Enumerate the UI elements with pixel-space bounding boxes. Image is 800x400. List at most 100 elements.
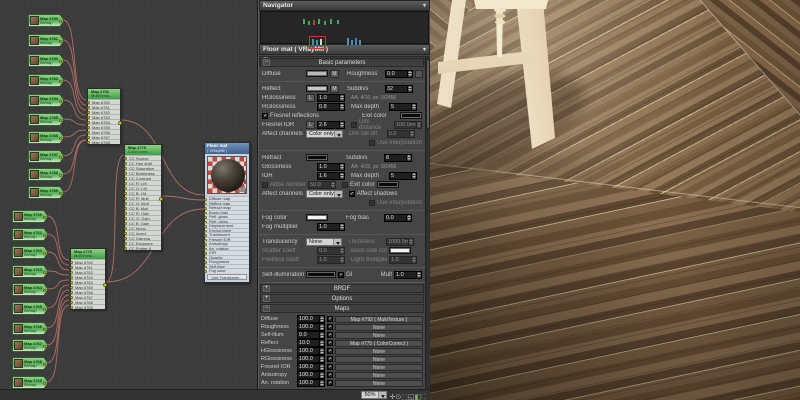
- dropdown-arrow-icon[interactable]: ▾: [423, 2, 426, 9]
- map-enable-checkbox[interactable]: ✓: [327, 324, 333, 330]
- map-amount-spinner[interactable]: 100.0: [297, 323, 325, 331]
- dropdown-arrow-icon[interactable]: ▾: [423, 46, 426, 53]
- output-socket[interactable]: [43, 308, 46, 311]
- output-socket[interactable]: [43, 345, 46, 348]
- bitmap-node[interactable]: Map #784Bitmap: [28, 94, 64, 107]
- selfillum-mult-spinner[interactable]: 1.0: [394, 271, 422, 279]
- map-slot-button[interactable]: Map #792 ( MultiTexture ): [335, 316, 423, 323]
- expand-icon[interactable]: +: [263, 285, 270, 292]
- map-enable-checkbox[interactable]: ✓: [327, 380, 333, 386]
- bitmap-node[interactable]: Map #782Bitmap: [28, 54, 64, 67]
- affect-channels-dropdown[interactable]: Color only: [306, 130, 343, 138]
- output-socket[interactable]: [59, 60, 62, 63]
- refract-subdivs-spinner[interactable]: 8: [384, 154, 412, 162]
- reflect-color-swatch[interactable]: [306, 85, 328, 92]
- map-slot-button[interactable]: Map #775 ( ColorCorrect ): [335, 340, 423, 347]
- translucency-dropdown[interactable]: None: [306, 238, 342, 246]
- abbe-number-checkbox[interactable]: [262, 182, 268, 188]
- map-slot-button[interactable]: None: [335, 324, 423, 331]
- diffuse-map-button[interactable]: M: [330, 70, 339, 78]
- node-input-row[interactable]: Map #788: [88, 139, 120, 144]
- fog-color-swatch[interactable]: [306, 214, 328, 221]
- map-amount-spinner[interactable]: 0.0: [297, 331, 325, 339]
- reflect-map-button[interactable]: M: [330, 85, 339, 93]
- node-input-row[interactable]: Map #769: [71, 304, 105, 309]
- reflect-use-interpolation-checkbox[interactable]: [369, 140, 375, 146]
- fog-multiplier-spinner[interactable]: 1.0: [317, 223, 345, 231]
- navigator-titlebar[interactable]: Navigator ▾: [259, 0, 430, 11]
- bitmap-node[interactable]: Map #766Bitmap: [12, 322, 48, 335]
- expand-icon[interactable]: +: [263, 295, 270, 302]
- diffuse-color-swatch[interactable]: [306, 70, 328, 77]
- map-enable-checkbox[interactable]: ✓: [327, 356, 333, 362]
- bitmap-node[interactable]: Map #763Bitmap: [12, 265, 48, 278]
- output-socket[interactable]: [59, 80, 62, 83]
- rollout-maps[interactable]: − Maps: [260, 304, 424, 313]
- map-hub-node[interactable]: Map #775 ColorCorre... CC SourceCC Hue s…: [124, 144, 162, 251]
- abbe-number-spinner[interactable]: 50.0: [308, 181, 336, 189]
- output-socket[interactable]: [43, 216, 46, 219]
- reflect-max-depth-spinner[interactable]: 5: [389, 103, 417, 111]
- fwdbck-coeff-spinner[interactable]: 1.0: [317, 256, 345, 264]
- hglossiness-lock-button[interactable]: L: [306, 94, 315, 102]
- input-socket[interactable]: [87, 141, 90, 144]
- bitmap-node[interactable]: Map #760Bitmap: [12, 210, 48, 223]
- refract-affect-channels-dropdown[interactable]: Color only: [306, 190, 343, 198]
- map-slot-button[interactable]: None: [335, 348, 423, 355]
- rglossiness-spinner[interactable]: 0.8: [317, 103, 345, 111]
- output-socket[interactable]: [43, 271, 46, 274]
- fresnel-ior-spinner[interactable]: 2.6: [317, 121, 345, 129]
- map-amount-spinner[interactable]: 100.0: [297, 355, 325, 363]
- map-enable-checkbox[interactable]: ✓: [327, 332, 333, 338]
- refract-use-interpolation-checkbox[interactable]: [369, 200, 375, 206]
- roughness-spinner[interactable]: 0.0: [385, 70, 413, 78]
- hub-node-header[interactable]: Map #770 MultiTextu...: [71, 249, 105, 259]
- bitmap-node[interactable]: Map #761Bitmap: [12, 228, 48, 241]
- bitmap-node[interactable]: Map #780Bitmap: [28, 14, 64, 27]
- rollout-options[interactable]: + Options: [260, 294, 424, 303]
- map-hub-node[interactable]: Map #792 MultiTextu... Map #780Map #781M…: [87, 88, 121, 145]
- collapse-icon[interactable]: −: [263, 59, 270, 66]
- map-amount-spinner[interactable]: 100.0: [297, 347, 325, 355]
- render-viewport[interactable]: [430, 0, 800, 400]
- output-socket[interactable]: [59, 40, 62, 43]
- backside-color-swatch[interactable]: [389, 247, 411, 254]
- fresnel-reflections-checkbox[interactable]: ✓: [262, 113, 268, 119]
- selfillum-gi-checkbox[interactable]: ✓: [338, 272, 344, 278]
- thickness-spinner[interactable]: 1000.0mm: [386, 238, 414, 246]
- output-socket[interactable]: [43, 363, 46, 366]
- output-socket[interactable]: [59, 156, 62, 159]
- dim-distance-spinner[interactable]: 100.0mm: [394, 121, 422, 129]
- bitmap-node[interactable]: Map #781Bitmap: [28, 34, 64, 47]
- statusbar-icon[interactable]: ⛶: [421, 394, 426, 400]
- output-socket[interactable]: [43, 289, 46, 292]
- ior-spinner[interactable]: 1.6: [317, 172, 345, 180]
- roughness-extra-button[interactable]: [415, 70, 423, 78]
- output-socket[interactable]: [159, 197, 163, 201]
- rollout-brdf[interactable]: + BRDF: [260, 284, 424, 293]
- refract-color-swatch[interactable]: [306, 154, 328, 161]
- bitmap-node[interactable]: Map #783Bitmap: [28, 74, 64, 87]
- dim-falloff-spinner[interactable]: 0.0: [387, 130, 415, 138]
- map-enable-checkbox[interactable]: ✓: [327, 364, 333, 370]
- rollout-basic-parameters[interactable]: − Basic parameters: [260, 58, 424, 67]
- affect-shadows-checkbox[interactable]: ✓: [349, 191, 355, 197]
- bitmap-node[interactable]: Map #786Bitmap: [28, 131, 64, 144]
- hglossiness-spinner[interactable]: 1.0: [317, 94, 345, 102]
- map-amount-spinner[interactable]: 100.0: [297, 371, 325, 379]
- node-input-row[interactable]: CC Printer lt: [125, 245, 161, 250]
- refract-exit-color-swatch[interactable]: [377, 181, 399, 188]
- navigator-minimap[interactable]: [260, 11, 429, 44]
- map-enable-checkbox[interactable]: ✓: [327, 316, 333, 322]
- bitmap-node[interactable]: Map #785Bitmap: [28, 113, 64, 126]
- refract-exit-color-checkbox[interactable]: [342, 182, 348, 188]
- hub-node-header[interactable]: Map #775 ColorCorre...: [125, 145, 161, 155]
- output-socket[interactable]: [43, 328, 46, 331]
- fog-bias-spinner[interactable]: 0.0: [384, 214, 412, 222]
- output-socket[interactable]: [43, 234, 46, 237]
- map-enable-checkbox[interactable]: ✓: [327, 372, 333, 378]
- output-socket[interactable]: [59, 100, 62, 103]
- output-socket[interactable]: [59, 192, 62, 195]
- zoom-level-dropdown[interactable]: 50%: [361, 391, 387, 399]
- output-socket[interactable]: [59, 137, 62, 140]
